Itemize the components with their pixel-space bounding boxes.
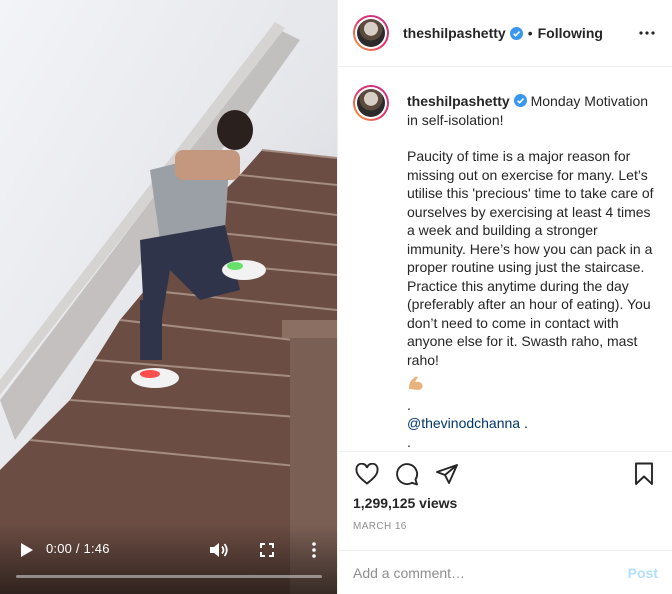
mention-suffix: . [520, 415, 528, 431]
post-date[interactable]: MARCH 16 [353, 521, 407, 532]
avatar-image [357, 19, 385, 47]
share-icon[interactable] [433, 460, 461, 488]
video-controls-overlay [0, 524, 337, 594]
verified-badge-icon [513, 94, 527, 107]
post-header: theshilpashetty • Following [338, 0, 672, 67]
following-button[interactable]: Following [538, 25, 603, 41]
post-panel: theshilpashetty • Following theshilpashe… [337, 0, 672, 594]
action-bar: 1,299,125 views MARCH 16 [338, 451, 672, 559]
comment-icon[interactable] [393, 460, 421, 488]
instagram-post: 0:00 / 1:46 theshilpashetty • Following [0, 0, 672, 594]
heart-icon[interactable] [353, 460, 381, 488]
caption-text: theshilpashetty Monday Motivation in sel… [407, 85, 658, 451]
caption-mention-line: @thevinodchanna . [407, 414, 658, 433]
header-separator: • [527, 25, 533, 41]
action-icons [353, 460, 658, 490]
caption-avatar[interactable] [353, 85, 389, 121]
more-horizontal-icon[interactable] [635, 22, 659, 44]
caption-dot: . [407, 396, 411, 413]
comment-input[interactable] [353, 564, 628, 581]
flexed-biceps-emoji [407, 375, 425, 391]
caption-username[interactable]: theshilpashetty [407, 93, 510, 109]
video-time: 0:00 / 1:46 [46, 541, 110, 556]
caption-area: theshilpashetty Monday Motivation in sel… [338, 68, 672, 451]
mention-link[interactable]: @thevinodchanna [407, 415, 520, 431]
avatar-image [357, 89, 385, 117]
fullscreen-icon[interactable] [256, 539, 278, 561]
verified-badge-icon [509, 26, 523, 40]
caption-first-line: theshilpashetty Monday Motivation in sel… [407, 92, 658, 129]
post-button[interactable]: Post [628, 565, 658, 581]
video-progress-bar[interactable] [16, 575, 322, 578]
add-comment-bar: Post [338, 550, 672, 594]
bookmark-icon[interactable] [630, 460, 658, 488]
caption-body: Paucity of time is a major reason for mi… [407, 148, 658, 368]
video-frame [0, 22, 337, 594]
volume-icon[interactable] [208, 539, 230, 561]
header-username[interactable]: theshilpashetty [403, 25, 506, 41]
more-vertical-icon[interactable] [303, 539, 325, 561]
video-player[interactable]: 0:00 / 1:46 [0, 0, 337, 594]
view-count[interactable]: 1,299,125 views [353, 495, 457, 511]
caption-dot: . [407, 433, 411, 450]
play-icon[interactable] [16, 539, 38, 561]
avatar[interactable] [353, 15, 389, 51]
